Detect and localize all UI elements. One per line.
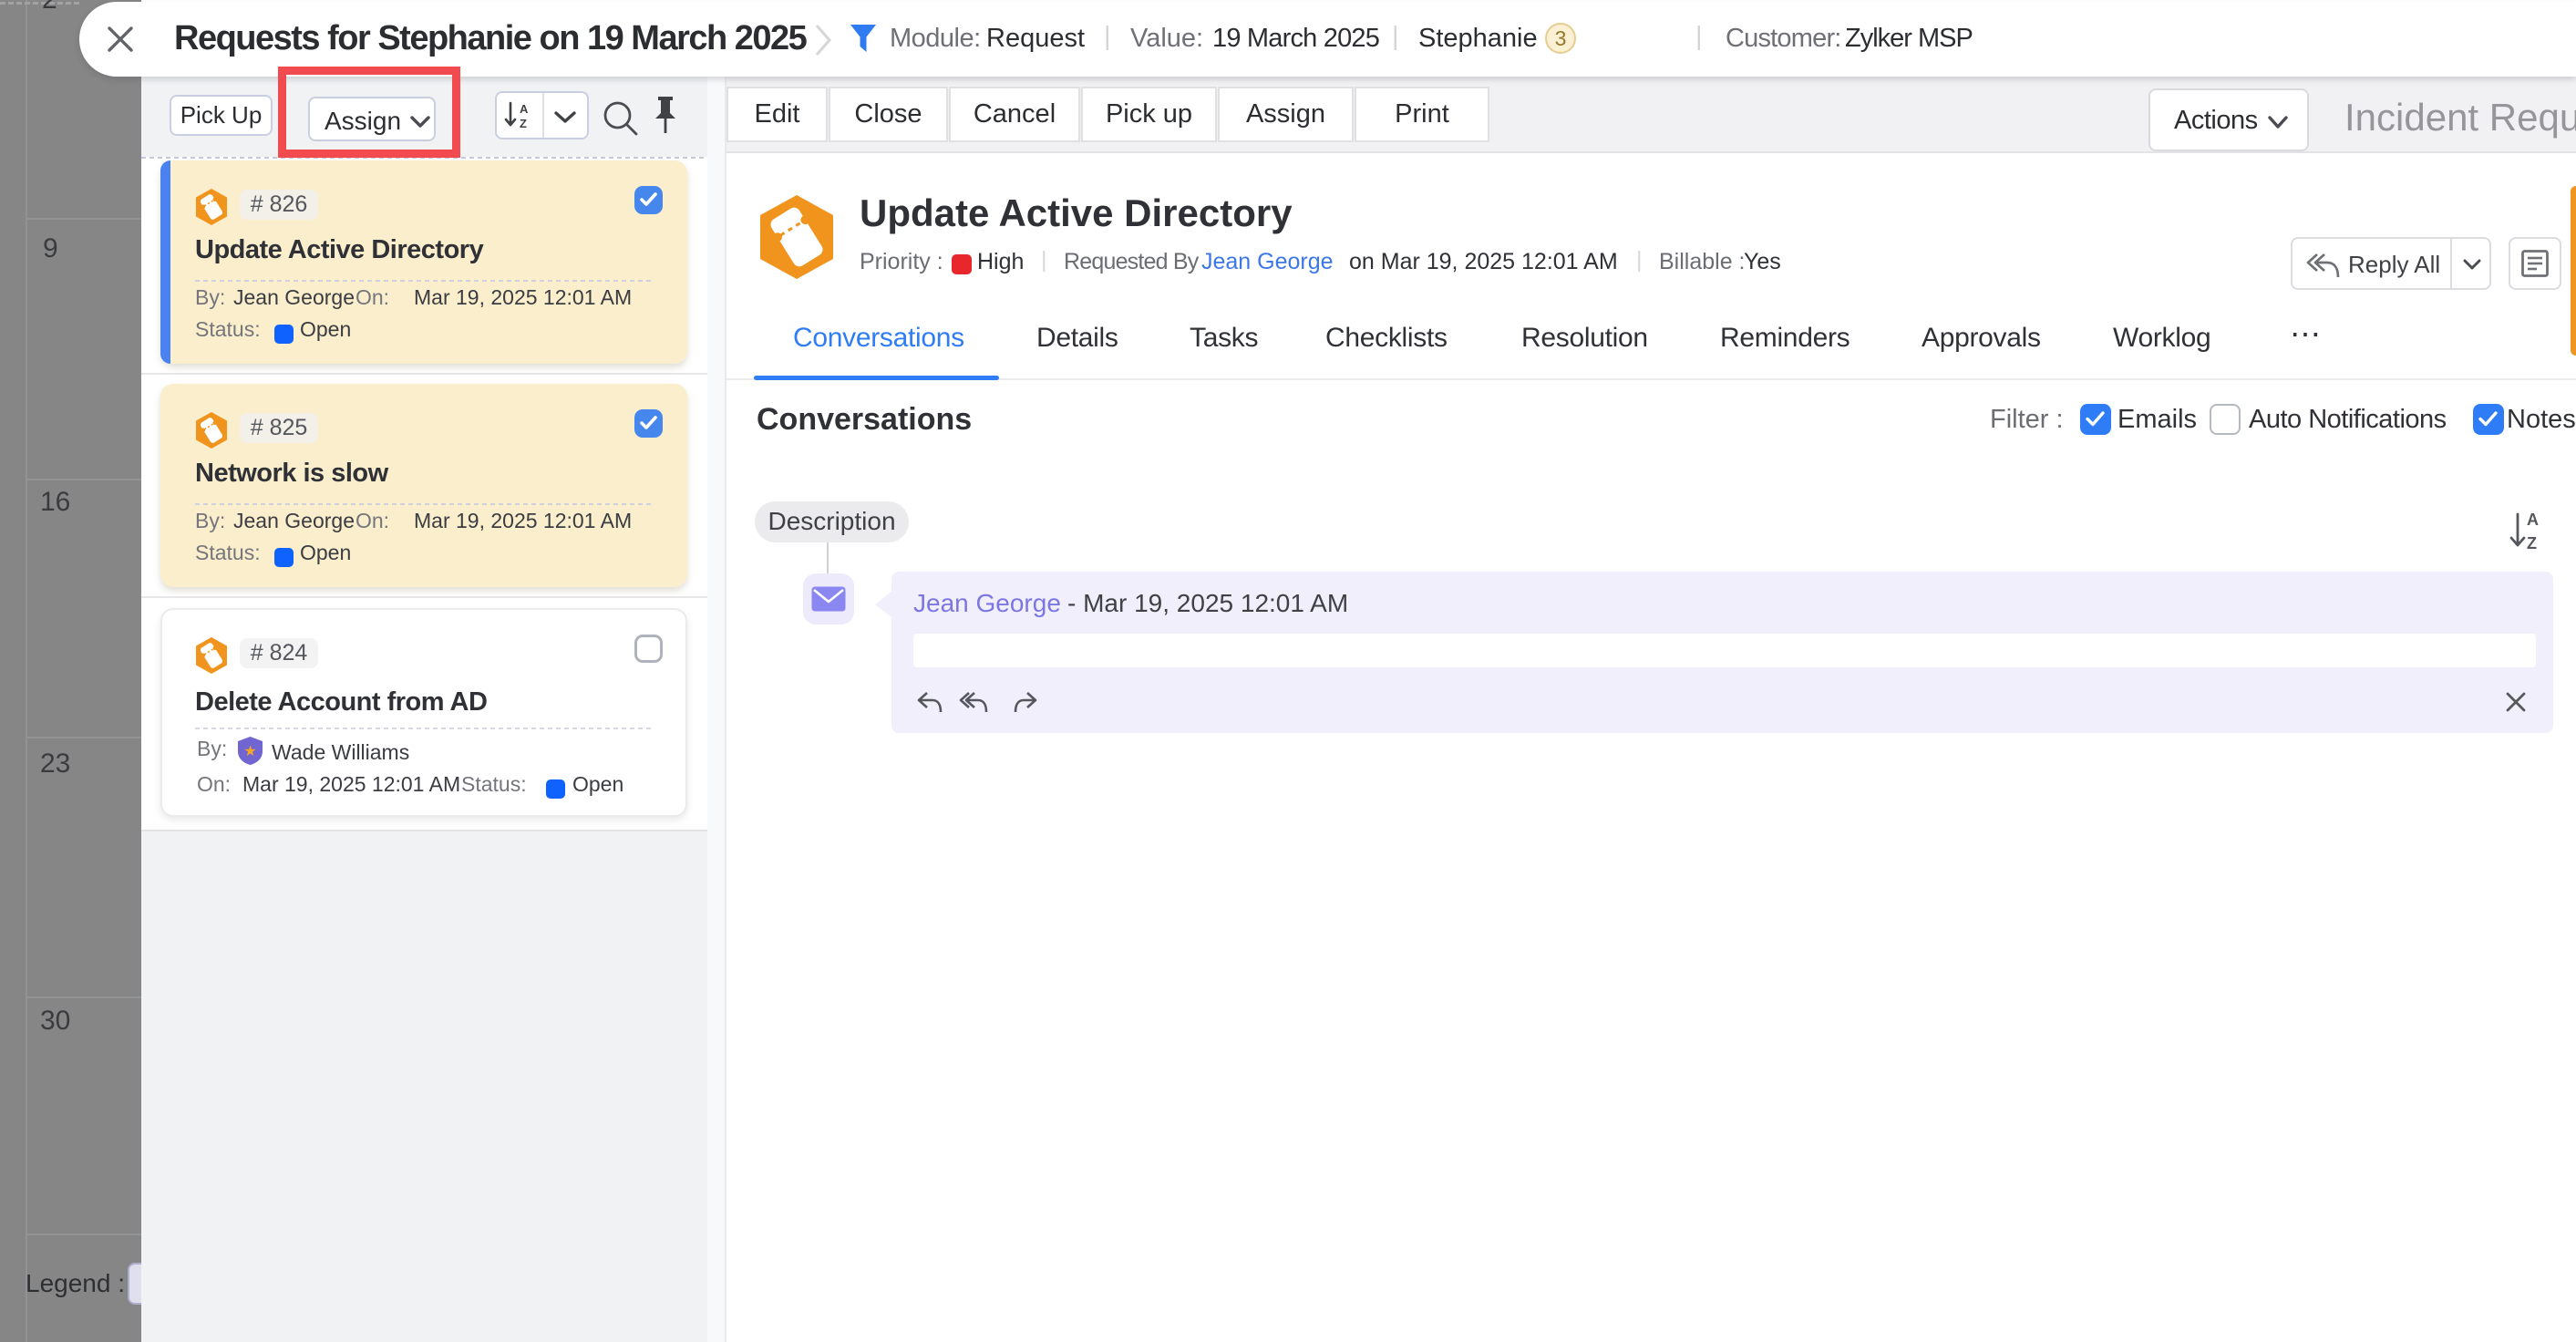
svg-text:A: A <box>2527 511 2539 529</box>
svg-text:Z: Z <box>2527 534 2537 552</box>
svg-text:★: ★ <box>243 744 256 759</box>
svg-text:Z: Z <box>520 117 527 130</box>
svg-text:A: A <box>520 102 529 116</box>
